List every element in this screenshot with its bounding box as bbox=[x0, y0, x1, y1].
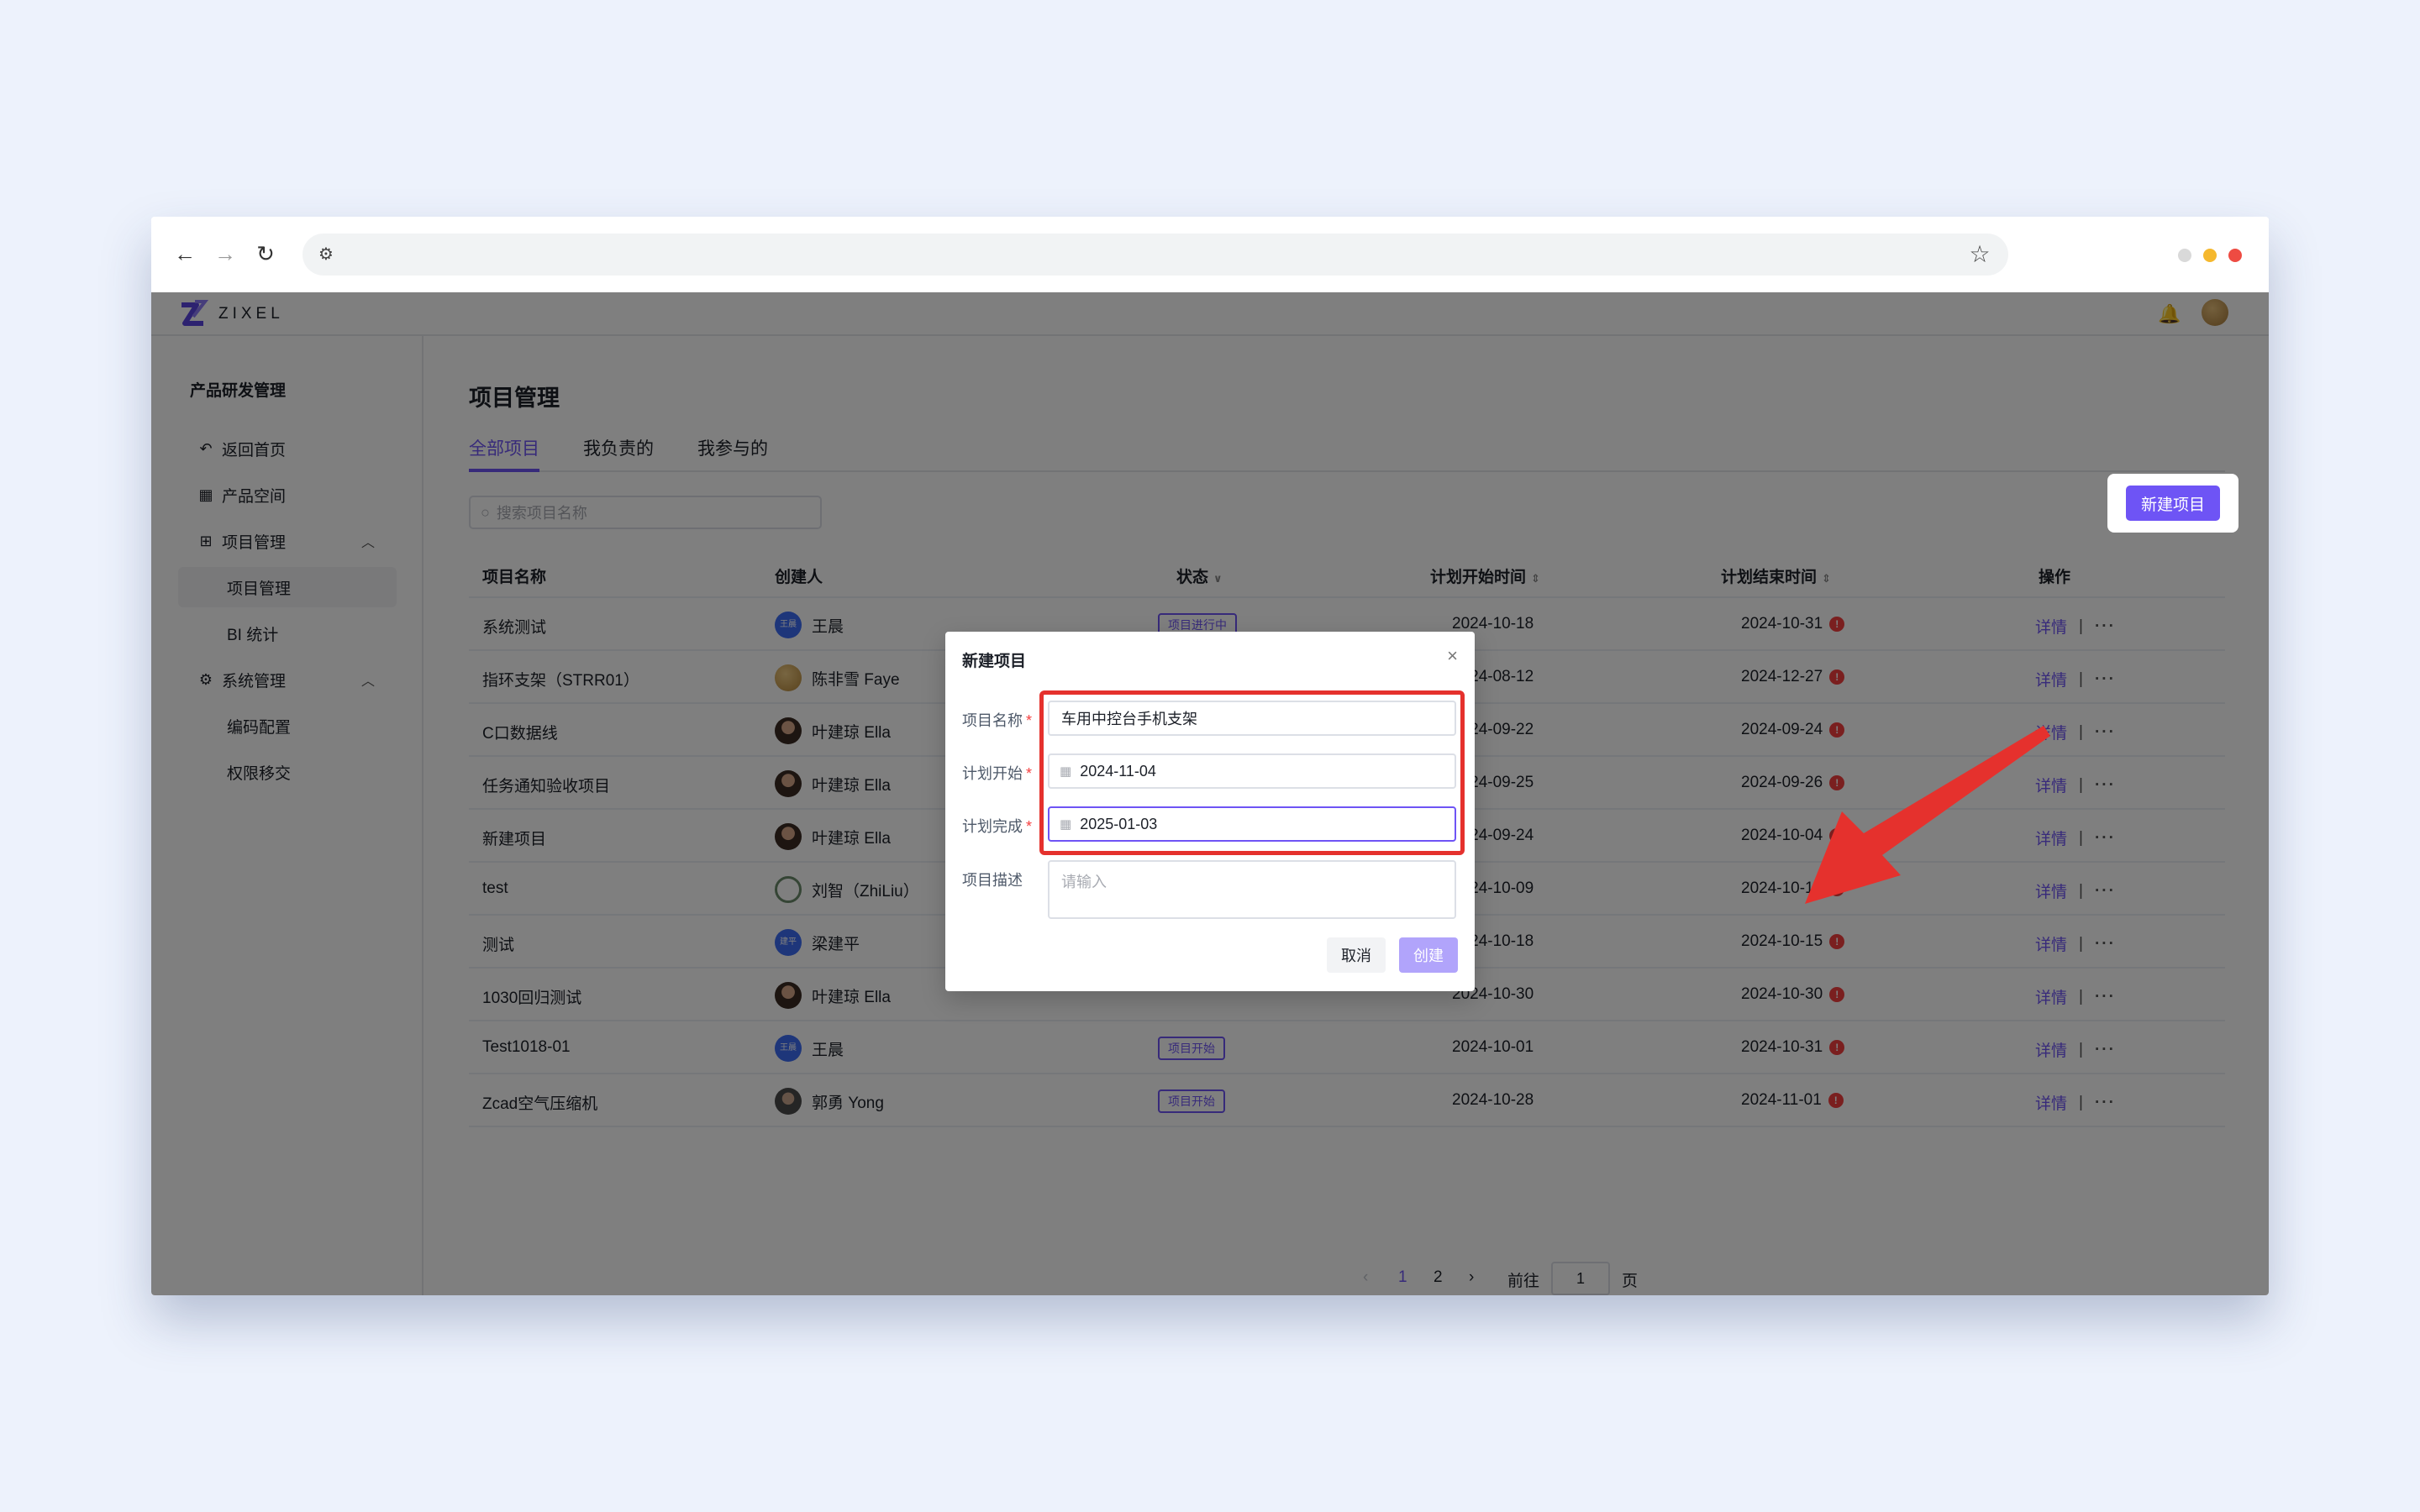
create-button[interactable]: 创建 bbox=[1399, 937, 1458, 973]
window-minimize-dot[interactable] bbox=[2178, 249, 2191, 262]
project-name-input[interactable]: 车用中控台手机支架 bbox=[1048, 701, 1456, 736]
field-label-name: 项目名称 * bbox=[962, 712, 1033, 729]
reload-icon[interactable]: ↻ bbox=[247, 235, 284, 272]
end-date-picker[interactable]: ▦ 2025-01-03 bbox=[1048, 806, 1456, 842]
dialog-title: 新建项目 bbox=[962, 653, 1027, 670]
highlighted-new-project: 新建项目 bbox=[2107, 474, 2238, 533]
field-label-description: 项目描述 bbox=[962, 872, 1023, 889]
browser-toolbar: ← → ↻ ⚙ ☆ bbox=[151, 217, 2269, 292]
browser-window: ← → ↻ ⚙ ☆ ZIXEL 🔔 产品研发管理 ↶ bbox=[151, 217, 2269, 1295]
field-label-end: 计划完成 * bbox=[962, 818, 1033, 835]
end-date-value: 2025-01-03 bbox=[1080, 815, 1158, 832]
close-icon[interactable]: × bbox=[1447, 645, 1458, 667]
window-close-dot[interactable] bbox=[2228, 249, 2242, 262]
field-label-start: 计划开始 * bbox=[962, 765, 1033, 782]
new-project-button-highlight[interactable]: 新建项目 bbox=[2126, 486, 2220, 521]
back-arrow-icon[interactable]: ← bbox=[166, 235, 203, 272]
window-maximize-dot[interactable] bbox=[2203, 249, 2217, 262]
new-project-dialog: 新建项目 × 项目名称 * 车用中控台手机支架 计划开始 * ▦ 2024-11-0… bbox=[945, 632, 1475, 991]
bookmark-star-icon[interactable]: ☆ bbox=[1965, 239, 1995, 270]
calendar-icon: ▦ bbox=[1060, 764, 1072, 779]
description-textarea[interactable]: 请输入 bbox=[1048, 860, 1456, 919]
start-date-picker[interactable]: ▦ 2024-11-04 bbox=[1048, 753, 1456, 789]
address-bar[interactable]: ⚙ ☆ bbox=[302, 234, 2008, 276]
site-settings-icon[interactable]: ⚙ bbox=[314, 243, 338, 266]
calendar-icon: ▦ bbox=[1060, 817, 1072, 832]
red-arrow-annotation bbox=[1805, 726, 2050, 904]
cancel-button[interactable]: 取消 bbox=[1327, 937, 1386, 973]
start-date-value: 2024-11-04 bbox=[1080, 762, 1156, 780]
forward-arrow-icon[interactable]: → bbox=[207, 235, 244, 272]
